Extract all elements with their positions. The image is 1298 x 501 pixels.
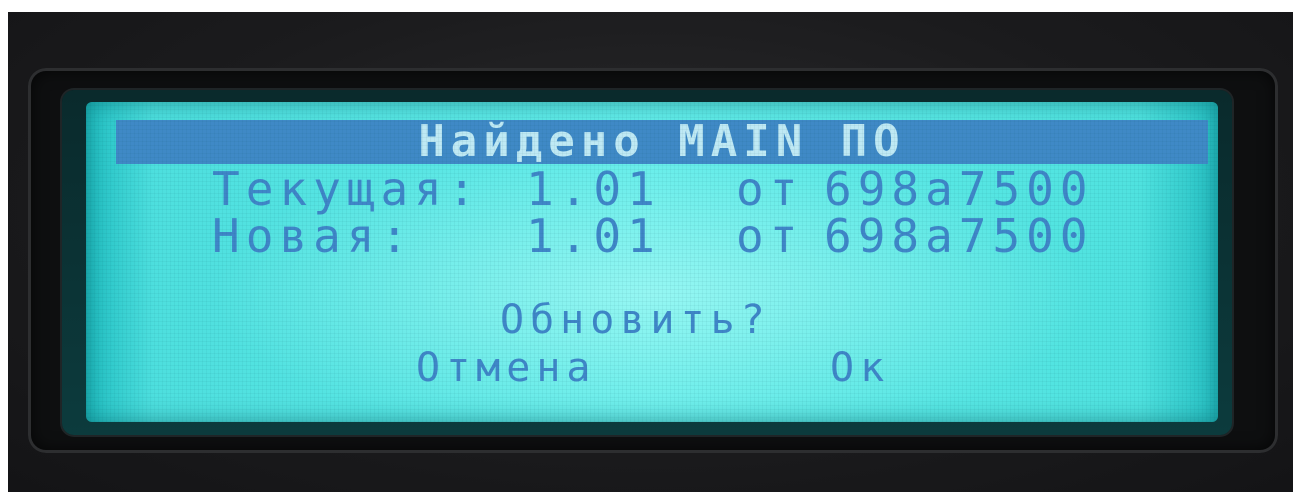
ok-button[interactable]: Ок [830,348,890,388]
screen-title: Найдено MAIN ПО [418,116,906,167]
current-version-label: Текущая: [212,162,482,216]
title-bar: Найдено MAIN ПО [116,120,1208,164]
photo-background: Найдено MAIN ПО Текущая: 1.01 от 698a750… [0,0,1298,501]
current-version-from: от [736,162,804,216]
cancel-button[interactable]: Отмена [416,348,597,388]
current-version-date: 698a7500 [824,162,1094,216]
lcd-screen: Найдено MAIN ПО Текущая: 1.01 от 698a750… [86,102,1218,422]
update-question: Обновить? [500,297,771,343]
new-version-label: Новая: [212,209,415,263]
current-version-value: 1.01 [526,162,661,216]
new-version-value: 1.01 [526,209,661,263]
new-version-from: от [736,209,804,263]
new-version-date: 698a7500 [824,209,1094,263]
